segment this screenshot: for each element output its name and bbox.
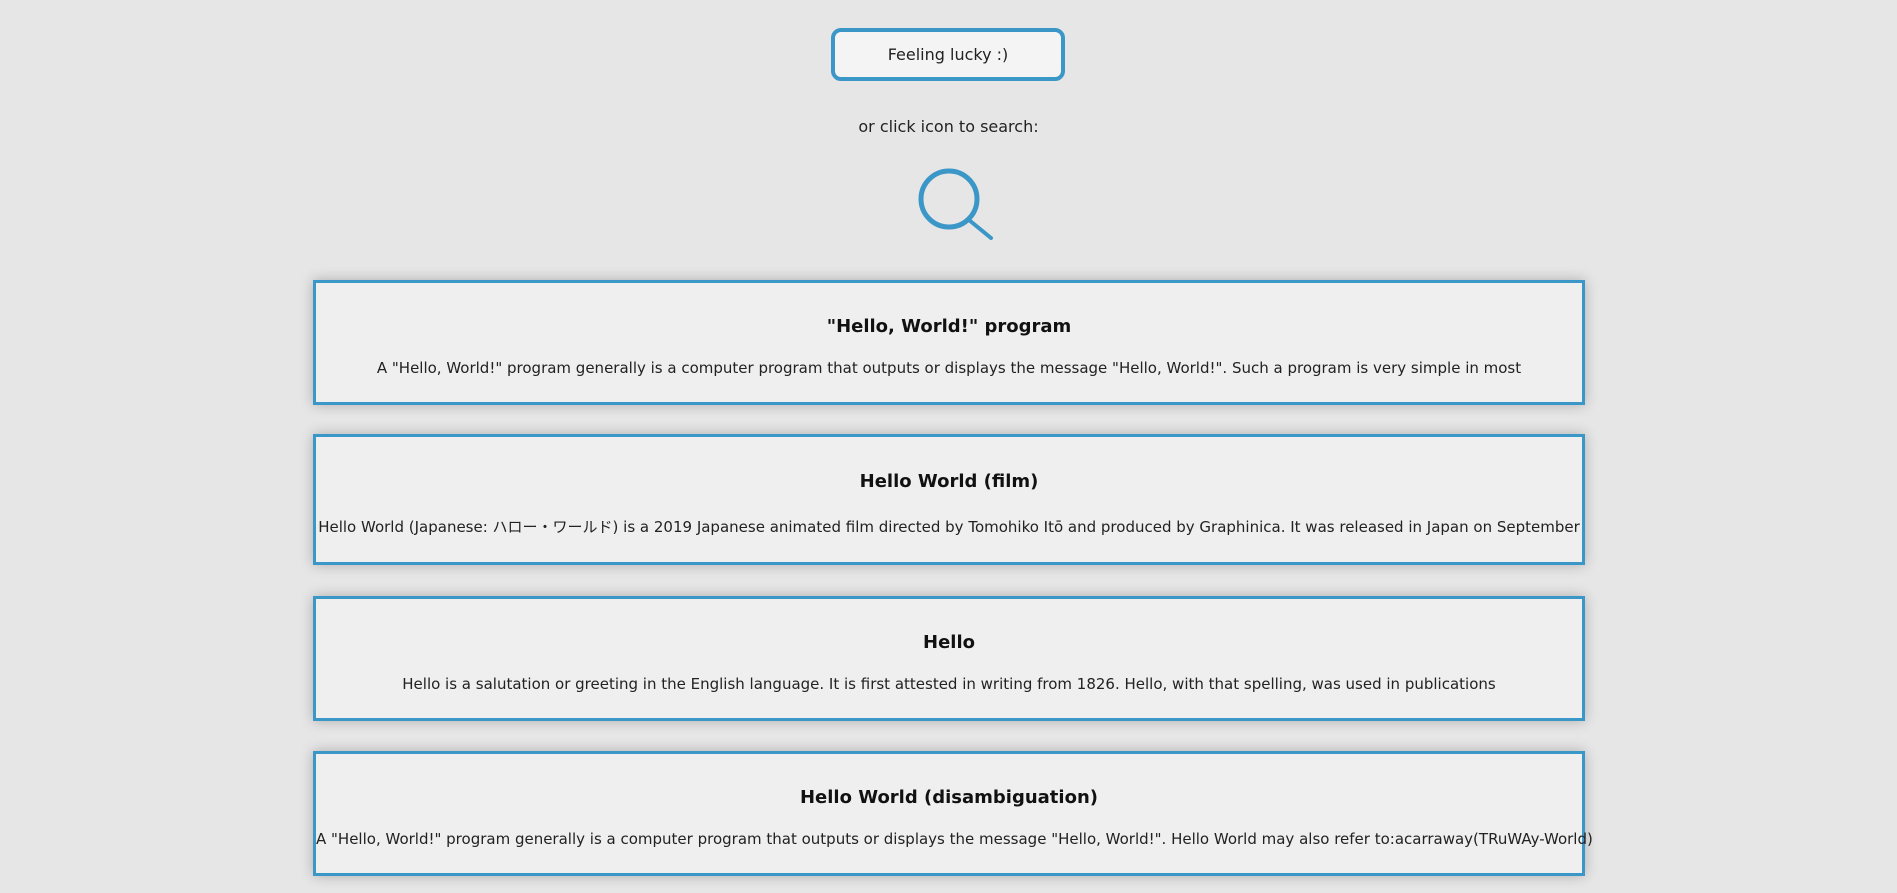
feeling-lucky-button[interactable]: Feeling lucky :) [831, 28, 1065, 81]
result-card[interactable]: "Hello, World!" program A "Hello, World!… [313, 280, 1585, 405]
result-snippet: A "Hello, World!" program generally is a… [376, 359, 1522, 377]
page: Feeling lucky :) or click icon to search… [0, 0, 1897, 893]
result-title[interactable]: Hello World (film) [316, 471, 1582, 492]
result-title[interactable]: "Hello, World!" program [316, 316, 1582, 337]
result-title[interactable]: Hello [316, 632, 1582, 653]
result-snippet: Hello World (Japanese: ハロー・ワールド) is a 20… [318, 518, 1580, 536]
result-snippet: Hello is a salutation or greeting in the… [402, 675, 1496, 693]
search-hint-text: or click icon to search: [858, 117, 1039, 136]
result-card[interactable]: Hello World (film) Hello World (Japanese… [313, 434, 1585, 565]
result-title[interactable]: Hello World (disambiguation) [316, 787, 1582, 808]
search-icon[interactable] [917, 165, 997, 241]
feeling-lucky-label: Feeling lucky :) [887, 45, 1009, 64]
result-snippet: A "Hello, World!" program generally is a… [316, 830, 1593, 848]
result-card[interactable]: Hello World (disambiguation) A "Hello, W… [313, 751, 1593, 876]
result-card[interactable]: Hello Hello is a salutation or greeting … [313, 596, 1585, 721]
